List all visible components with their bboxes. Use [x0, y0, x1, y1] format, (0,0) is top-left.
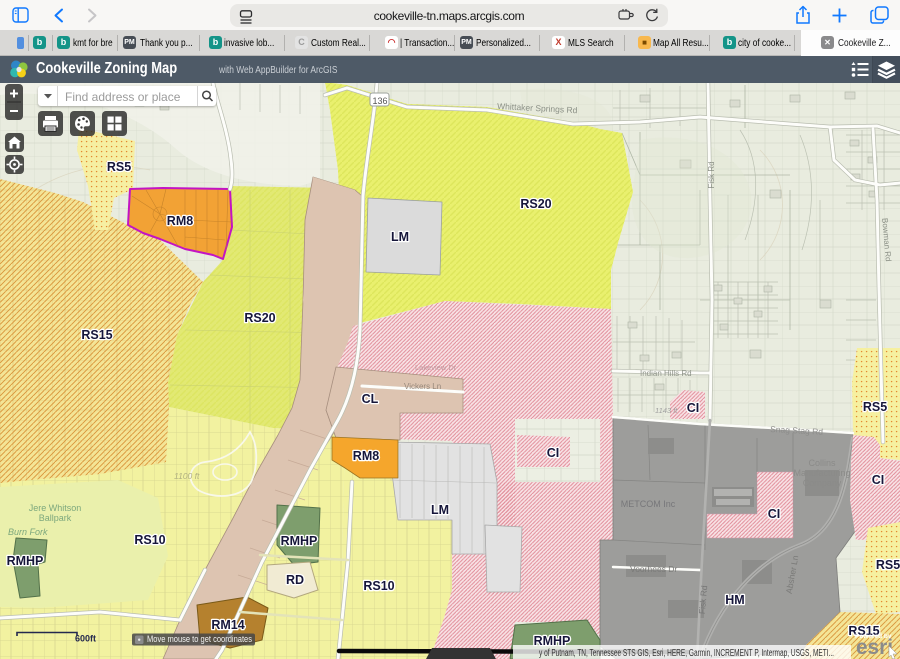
svg-text:RS10: RS10	[134, 533, 165, 547]
svg-text:Vickers Ln: Vickers Ln	[404, 382, 441, 391]
svg-text:Collins: Collins	[808, 458, 836, 468]
svg-text:Manufacturing: Manufacturing	[793, 468, 850, 478]
svg-text:LM: LM	[431, 503, 449, 517]
svg-text:Indian Hills Rd: Indian Hills Rd	[640, 369, 692, 378]
svg-text:RM8: RM8	[167, 214, 193, 228]
svg-text:RS15: RS15	[81, 328, 112, 342]
svg-text:RMHP: RMHP	[7, 554, 44, 568]
svg-text:RS5: RS5	[876, 558, 900, 572]
svg-text:HM: HM	[725, 593, 744, 607]
svg-text:1143 ft: 1143 ft	[655, 406, 678, 415]
svg-text:RM14: RM14	[211, 618, 244, 632]
svg-text:1100 ft: 1100 ft	[174, 471, 200, 481]
svg-text:RS20: RS20	[520, 197, 551, 211]
svg-text:esri: esri	[856, 636, 893, 659]
svg-text:Jere Whitson: Jere Whitson	[29, 503, 82, 513]
svg-text:RS5: RS5	[863, 400, 887, 414]
svg-text:RMHP: RMHP	[281, 534, 318, 548]
svg-text:Burn Fork: Burn Fork	[8, 527, 48, 537]
svg-text:600ft: 600ft	[75, 634, 96, 644]
svg-text:METCOM Inc: METCOM Inc	[621, 499, 676, 509]
svg-text:CL: CL	[362, 392, 379, 406]
svg-text:LM: LM	[391, 230, 409, 244]
svg-text:Move mouse to get coordinates: Move mouse to get coordinates	[147, 634, 253, 644]
svg-text:Voorhees Dr: Voorhees Dr	[630, 564, 677, 574]
svg-text:CI: CI	[768, 507, 781, 521]
svg-text:Ballpark: Ballpark	[39, 513, 72, 523]
svg-text:RM8: RM8	[353, 449, 379, 463]
svg-text:136: 136	[372, 96, 387, 106]
svg-text:RD: RD	[286, 573, 304, 587]
svg-text:y of Putnam, TN, Tennessee STS: y of Putnam, TN, Tennessee STS GIS, Esri…	[539, 648, 834, 659]
svg-text:Fisk Rd: Fisk Rd	[707, 161, 716, 188]
svg-text:CI: CI	[872, 473, 885, 487]
svg-text:RS10: RS10	[363, 579, 394, 593]
svg-text:CI: CI	[687, 401, 700, 415]
svg-text:CI: CI	[547, 446, 560, 460]
svg-text:RS5: RS5	[107, 160, 131, 174]
svg-text:Company: Company	[803, 478, 842, 488]
svg-text:Lakeview Dr: Lakeview Dr	[415, 363, 457, 372]
svg-text:RS20: RS20	[244, 311, 275, 325]
